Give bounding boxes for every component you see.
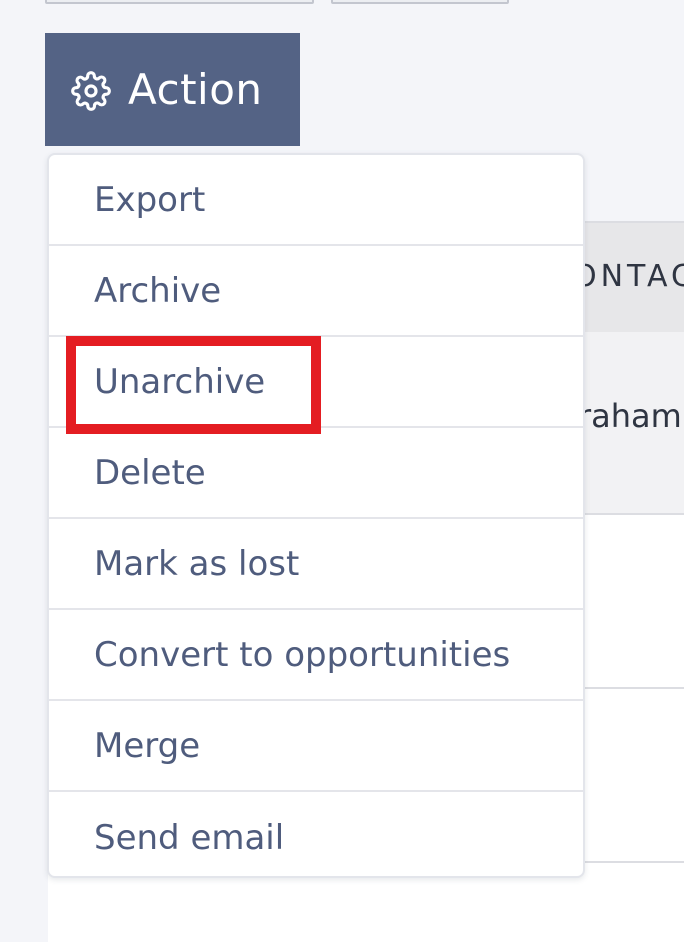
menu-item-send-email[interactable]: Send email [49,792,583,876]
menu-item-mark-as-lost[interactable]: Mark as lost [49,519,583,610]
menu-item-delete[interactable]: Delete [49,428,583,519]
action-button-label: Action [128,65,263,114]
action-dropdown-menu: Export Archive Unarchive Delete Mark as … [47,153,585,878]
menu-item-convert-to-opportunities[interactable]: Convert to opportunities [49,610,583,701]
table-header-contact[interactable]: ONTAC [573,259,684,294]
menu-item-archive[interactable]: Archive [49,246,583,337]
toolbar-button-2[interactable] [331,0,509,4]
menu-item-unarchive[interactable]: Unarchive [49,337,583,428]
menu-item-export[interactable]: Export [49,155,583,246]
action-button[interactable]: Action [45,33,300,146]
gear-icon [71,70,111,111]
table-cell-contact: raham [578,397,682,435]
toolbar-button-1[interactable] [45,0,314,4]
menu-item-merge[interactable]: Merge [49,701,583,792]
